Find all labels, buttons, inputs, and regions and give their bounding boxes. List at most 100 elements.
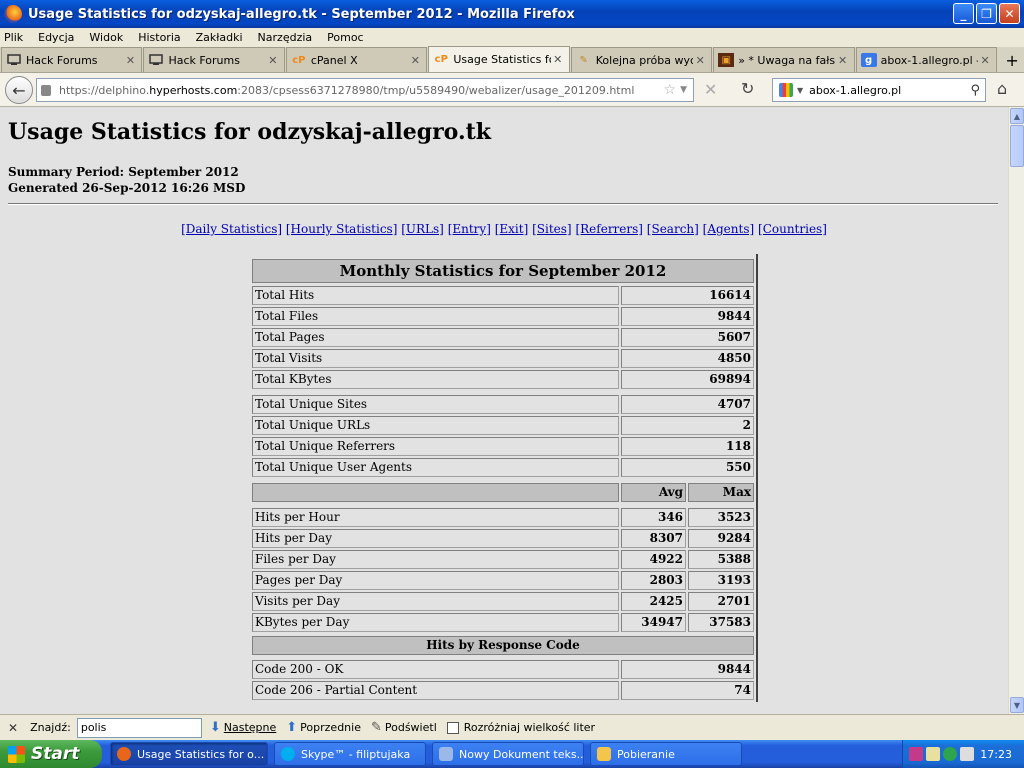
tab-label: » * Uwaga na fałs... [738,53,836,67]
row-value: 4707 [621,395,754,414]
tab-usage-statistics[interactable]: cP Usage Statistics fo... ✕ [428,46,570,72]
close-tab-icon[interactable]: ✕ [836,54,850,67]
row-label: Pages per Day [252,571,619,590]
row-avg: 2803 [621,571,686,590]
row-max: 3523 [688,508,754,527]
vertical-scrollbar[interactable]: ▲ ▼ [1008,107,1024,714]
scroll-up-arrow-icon[interactable]: ▲ [1010,108,1024,124]
tab-label: Hack Forums [168,53,240,67]
checkbox-icon [446,721,459,734]
table-row: Total Unique Sites 4707 [252,395,754,414]
tray-utorrent-icon[interactable] [943,747,957,761]
notepad-icon [439,747,453,761]
link-agents[interactable]: [Agents] [703,222,755,236]
tray-volume-icon[interactable] [960,747,974,761]
table-row: Total KBytes 69894 [252,370,754,389]
tab-label: abox-1.allegro.pl -... [880,53,978,67]
row-avg: 34947 [621,613,686,632]
page-content: Usage Statistics for odzyskaj-allegro.tk… [0,107,1008,714]
tab-kolejna-proba[interactable]: ✎ Kolejna próba wyci... ✕ [570,47,713,72]
task-downloads[interactable]: Pobieranie [590,742,742,766]
tab-hack-forums-2[interactable]: Hack Forums ✕ [143,47,285,72]
search-engine-dropdown-icon[interactable]: ▼ [797,86,803,95]
link-countries[interactable]: [Countries] [758,222,827,236]
close-tab-icon[interactable]: ✕ [978,54,992,67]
tray-app-icon[interactable] [909,747,923,761]
scroll-thumb[interactable] [1010,125,1024,167]
row-label: Total Unique Referrers [252,437,619,456]
menu-edycja[interactable]: Edycja [38,31,74,44]
start-button[interactable]: Start [0,740,102,768]
tab-uwaga[interactable]: ▣ » * Uwaga na fałs... ✕ [713,47,855,72]
match-case-checkbox[interactable]: Rozróżniaj wielkość liter [446,721,595,734]
task-firefox[interactable]: Usage Statistics for o... [110,742,268,766]
row-avg: 346 [621,508,686,527]
restore-button[interactable]: ❐ [976,3,997,24]
task-label: Usage Statistics for o... [137,747,265,761]
table-row: Hits per Hour 346 3523 [252,508,754,527]
task-skype[interactable]: Skype™ - filiptujaka [274,742,426,766]
menu-widok[interactable]: Widok [89,31,123,44]
row-value: 550 [621,458,754,477]
new-tab-button[interactable]: + [1000,48,1024,72]
tray-network-icon[interactable] [926,747,940,761]
link-daily-statistics[interactable]: [Daily Statistics] [181,222,282,236]
link-sites[interactable]: [Sites] [532,222,572,236]
close-window-button[interactable]: ✕ [999,3,1020,24]
bookmark-star-icon[interactable]: ☆ [664,82,677,98]
close-tab-icon[interactable]: ✕ [266,54,280,67]
stop-button[interactable]: ✕ [704,80,717,99]
find-input[interactable] [76,717,202,738]
tab-google-search[interactable]: g abox-1.allegro.pl -... ✕ [855,47,998,72]
divider [8,203,998,205]
link-hourly-statistics[interactable]: [Hourly Statistics] [286,222,398,236]
task-label: Nowy Dokument teks... [459,747,584,761]
row-max: 2701 [688,592,754,611]
close-tab-icon[interactable]: ✕ [123,54,137,67]
row-value: 9844 [621,660,754,679]
row-value: 74 [621,681,754,700]
url-path: :2083/cpsess6371278980/tmp/u5589490/weba… [237,83,635,97]
row-avg: 2425 [621,592,686,611]
link-search[interactable]: [Search] [647,222,699,236]
row-label: Hits per Day [252,529,619,548]
find-label: Znajdź: [30,721,71,734]
search-input[interactable]: abox-1.allegro.pl [809,84,901,97]
home-button[interactable]: ⌂ [997,79,1007,98]
row-value: 9844 [621,307,754,326]
response-code-header: Hits by Response Code [252,636,754,655]
close-tab-icon[interactable]: ✕ [693,54,707,67]
link-urls[interactable]: [URLs] [401,222,444,236]
minimize-button[interactable]: _ [953,3,974,24]
tab-hack-forums-1[interactable]: Hack Forums ✕ [1,47,143,72]
close-tab-icon[interactable]: ✕ [551,53,565,66]
find-previous-button[interactable]: ⬆ Poprzednie [286,720,361,735]
menu-narzedzia[interactable]: Narzędzia [258,31,313,44]
link-exit[interactable]: [Exit] [495,222,529,236]
window-titlebar: Usage Statistics for odzyskaj-allegro.tk… [0,0,1024,28]
link-referrers[interactable]: [Referrers] [575,222,643,236]
menu-pomoc[interactable]: Pomoc [327,31,363,44]
search-magnifier-icon[interactable]: ⚲ [970,83,980,98]
scroll-down-arrow-icon[interactable]: ▼ [1010,697,1024,713]
task-notepad[interactable]: Nowy Dokument teks... [432,742,584,766]
windows-logo-icon [8,745,25,763]
find-next-button[interactable]: ⬇ Następne [210,720,276,735]
row-value: 69894 [621,370,754,389]
close-find-bar-icon[interactable]: ✕ [8,721,18,735]
back-button[interactable]: ← [5,76,33,104]
highlight-all-button[interactable]: ✎ Podświetl [371,720,437,735]
tab-cpanel[interactable]: cP cPanel X ✕ [285,47,428,72]
menu-zakladki[interactable]: Zakładki [196,31,243,44]
reload-button[interactable]: ↻ [741,79,754,98]
search-bar[interactable]: ▼ abox-1.allegro.pl ⚲ [772,78,986,102]
menu-historia[interactable]: Historia [138,31,180,44]
task-label: Skype™ - filiptujaka [301,747,411,761]
close-tab-icon[interactable]: ✕ [408,54,422,67]
menu-plik[interactable]: Plik [4,31,23,44]
link-entry[interactable]: [Entry] [448,222,491,236]
row-avg: 8307 [621,529,686,548]
google-search-engine-icon[interactable] [779,83,793,97]
url-dropdown-icon[interactable]: ▼ [680,85,687,95]
url-bar[interactable]: https://delphino. hyperhosts.com:2083/cps… [36,78,694,102]
